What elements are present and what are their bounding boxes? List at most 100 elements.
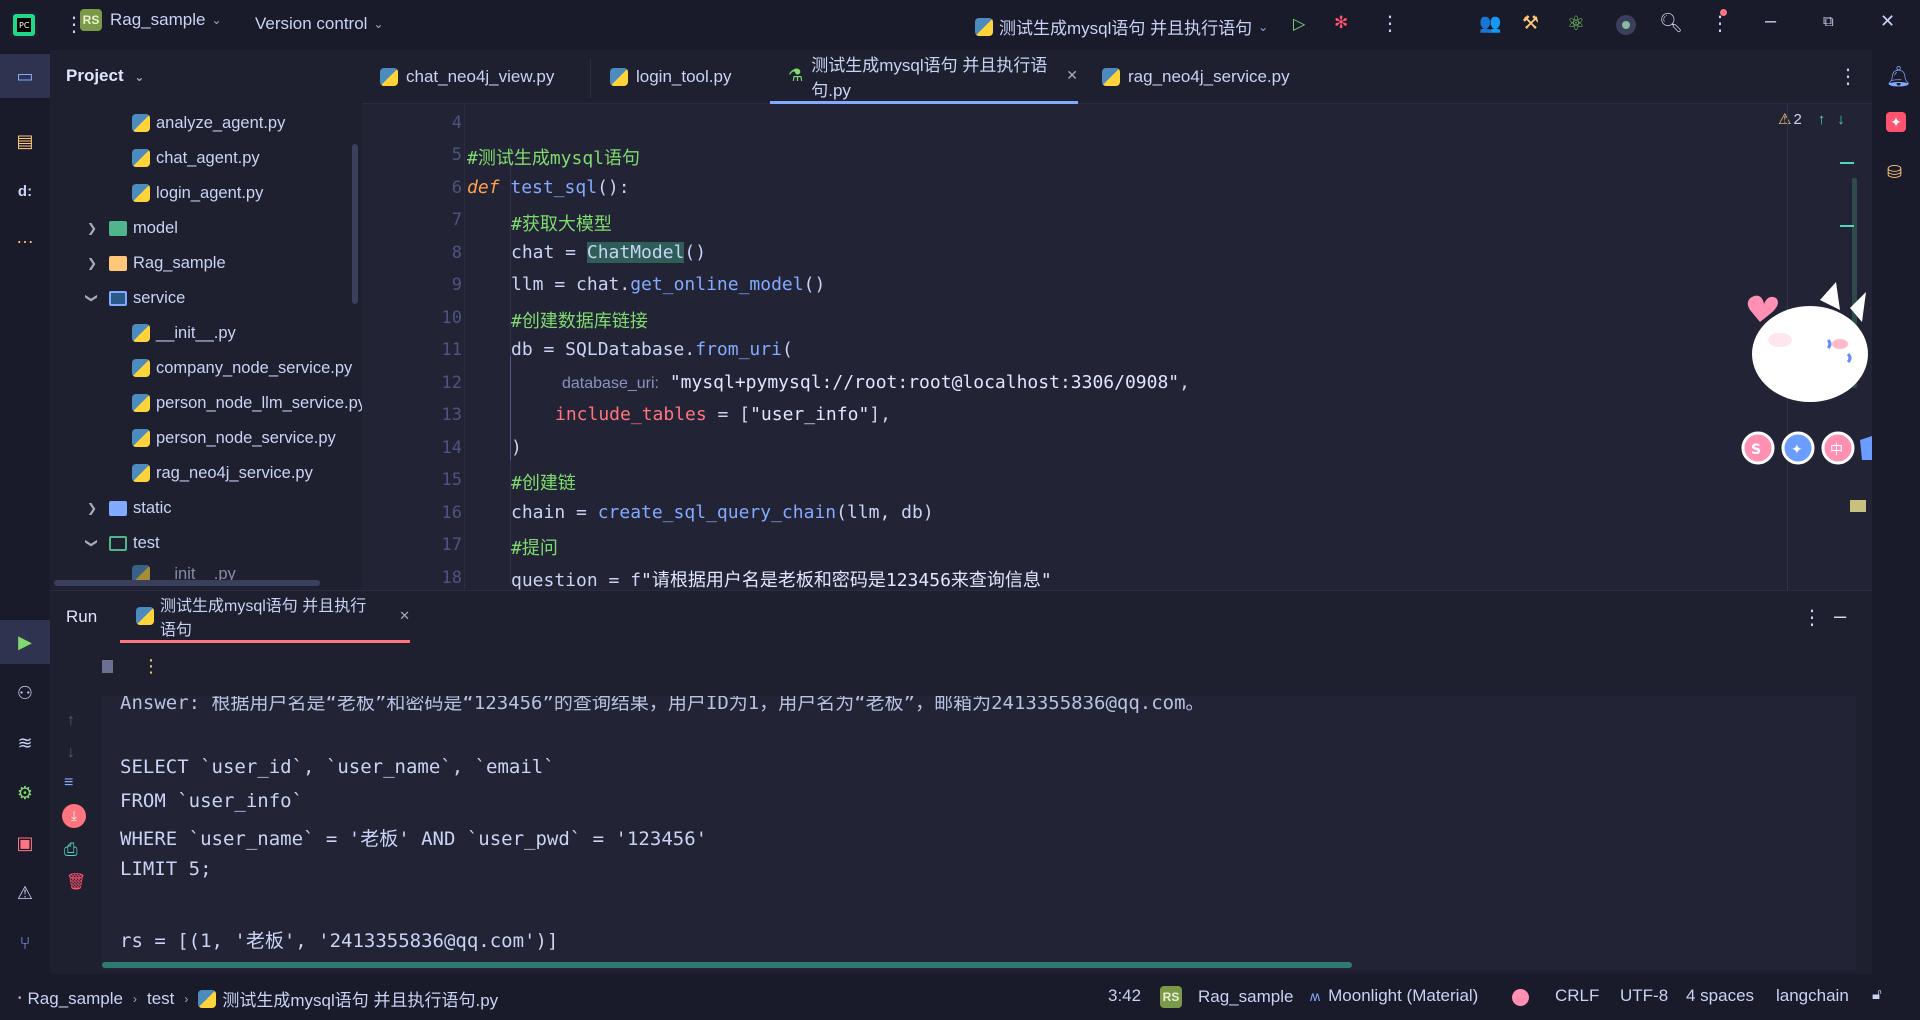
python-console-icon[interactable]: ⚇ [12, 680, 38, 706]
ai-assistant-icon[interactable]: ⚛ [1567, 11, 1585, 36]
services-gear-icon[interactable]: ⚙ [12, 780, 38, 806]
clear-console-icon[interactable]: 🗑︎ [66, 872, 86, 892]
problems-icon[interactable]: ⚠ [12, 880, 38, 906]
hide-panel-icon[interactable]: – [1834, 603, 1846, 629]
chevron-right-icon: ❯ [86, 221, 98, 235]
breadcrumb-item[interactable]: 测试生成mysql语句 并且执行语句.py [222, 986, 498, 1011]
chevron-right-icon: ❯ [86, 256, 98, 270]
project-badge: RS [1160, 986, 1182, 1008]
string-literal: "请根据用户名是老板和密码是123456来查询信息" [641, 570, 1052, 590]
indent-setting[interactable]: 4 spaces [1686, 986, 1754, 1006]
arrow-up-icon[interactable]: ↑ [1818, 111, 1826, 128]
code-with-me-icon[interactable]: 👥 [1479, 13, 1501, 34]
vcs-menu[interactable]: Version control ⌄ [255, 14, 384, 34]
tree-item-model[interactable]: ❯ model [85, 211, 178, 245]
console-horizontal-scrollbar[interactable] [102, 962, 1352, 968]
project-panel-title[interactable]: Project ⌄ [66, 66, 144, 86]
minimize-icon[interactable]: – [1765, 10, 1776, 33]
code-line-15: #创建链 [511, 469, 576, 495]
tree-item-test[interactable]: ❯ test [85, 526, 160, 560]
inspection-widget[interactable]: ⚠ 2 ↑ ↓ [1778, 110, 1845, 129]
code-editor[interactable]: 4 5 6 7 8 9 10 11 12 13 14 15 16 17 18 #… [362, 104, 1872, 590]
dataspell-icon[interactable]: d: [12, 178, 38, 204]
run-button[interactable]: ▷ [1293, 14, 1305, 34]
python-file-icon [132, 429, 150, 447]
tree-item-company-node-service[interactable]: company_node_service.py [132, 351, 352, 385]
breadcrumb-item[interactable]: Rag_sample [28, 989, 123, 1009]
tab-chat-neo4j-view[interactable]: chat_neo4j_view.py [362, 50, 554, 104]
arrow-down-icon[interactable]: ↓ [1837, 111, 1845, 128]
breadcrumb-dot: • [18, 993, 22, 1004]
structure-tool-icon[interactable]: ▤ [12, 128, 38, 154]
tab-more-icon[interactable]: ⋮ [1838, 64, 1858, 89]
notifications-bell-icon[interactable]: 🔔︎ [1886, 64, 1911, 89]
run-more-icon[interactable]: ⋮ [1802, 605, 1822, 630]
project-status[interactable]: RS Rag_sample [1160, 986, 1293, 1008]
scroll-down-icon[interactable]: ↓ [67, 744, 75, 762]
tree-item-person-node-service[interactable]: person_node_service.py [132, 421, 336, 455]
tree-item-rag-neo4j-service[interactable]: rag_neo4j_service.py [132, 456, 313, 490]
tab-login-tool[interactable]: login_tool.py [592, 50, 731, 104]
tree-item-chat-agent[interactable]: chat_agent.py [132, 141, 260, 175]
ai-plugin-icon[interactable]: ✦ [1886, 112, 1906, 132]
tree-item-rag-sample[interactable]: ❯ Rag_sample [85, 246, 226, 280]
project-switcher[interactable]: RS Rag_sample ⌄ [80, 9, 222, 31]
warning-count: 2 [1793, 110, 1802, 128]
scroll-to-end-icon[interactable]: ⤓ [62, 804, 86, 828]
git-icon[interactable]: ⑂ [12, 930, 38, 956]
build-tools-icon[interactable]: ⚒ [1522, 12, 1539, 35]
tree-item-login-agent[interactable]: login_agent.py [132, 176, 263, 210]
project-tool-icon[interactable]: ▭ [12, 63, 38, 89]
tree-item-analyze-agent[interactable]: analyze_agent.py [132, 106, 285, 140]
lock-icon[interactable]: 🔓︎ [1872, 986, 1882, 1003]
console-line: FROM `user_info` [120, 790, 304, 812]
caret-position[interactable]: 3:42 [1108, 986, 1141, 1006]
restore-icon[interactable]: ⧉ [1823, 13, 1834, 30]
parameter-hint: database_uri: [562, 375, 659, 392]
line-number: 18 [441, 568, 462, 588]
file-encoding[interactable]: UTF-8 [1620, 986, 1668, 1006]
run-tool-icon[interactable]: ▶ [12, 629, 38, 655]
close-icon[interactable]: ✕ [1880, 11, 1895, 32]
settings-menu-icon[interactable]: ⋮ [1710, 9, 1730, 36]
project-badge: RS [80, 9, 102, 31]
run-config-selector[interactable]: 测试生成mysql语句 并且执行语句 ⌄ [975, 14, 1268, 39]
run-tab-active[interactable]: 测试生成mysql语句 并且执行语句 ✕ [120, 591, 410, 643]
tab-close-icon[interactable]: ✕ [1066, 67, 1078, 84]
line-separator[interactable]: CRLF [1555, 986, 1599, 1006]
tree-item-person-node-llm-service[interactable]: person_node_llm_service.py [132, 386, 362, 420]
debug-bug-icon[interactable]: ✻ [1334, 13, 1348, 33]
tree-vertical-scrollbar[interactable] [352, 144, 358, 304]
tree-item-service[interactable]: ❯ service [85, 281, 185, 315]
toolbar-more-icon[interactable]: ⋮ [142, 656, 160, 677]
run-panel-title[interactable]: Run [66, 607, 97, 627]
folder-icon [109, 500, 127, 516]
code-line-10: #创建数据库链接 [511, 307, 648, 333]
change-marker [1840, 225, 1854, 227]
theme-color-dot[interactable] [1512, 989, 1529, 1006]
scroll-up-icon[interactable]: ↑ [67, 712, 75, 730]
tab-rag-neo4j-service[interactable]: rag_neo4j_service.py [1084, 50, 1290, 104]
more-actions-icon[interactable]: ⋮ [1380, 11, 1400, 36]
pycharm-logo-icon[interactable]: PC [10, 11, 38, 39]
run-tab-close-icon[interactable]: ✕ [399, 608, 410, 624]
status-indicator-icon[interactable] [1616, 15, 1636, 35]
tree-item-label: static [133, 498, 172, 517]
run-console-output[interactable]: Answer: 根据用户名是“老板”和密码是“123456”的查询结果，用户ID… [102, 696, 1856, 970]
theme-selector[interactable]: ʍ Moonlight (Material) [1310, 986, 1478, 1006]
print-icon[interactable]: ⎙ [64, 840, 78, 860]
line-number: 13 [441, 405, 462, 425]
breadcrumb-item[interactable]: test [147, 989, 174, 1009]
database-icon[interactable]: ⛁ [1887, 162, 1902, 183]
more-tools-icon[interactable]: … [12, 224, 38, 250]
tree-horizontal-scrollbar[interactable] [54, 580, 320, 586]
terminal-icon[interactable]: ▣ [12, 830, 38, 856]
tree-item-init[interactable]: __init__.py [132, 316, 236, 350]
code-text: ], [869, 404, 891, 425]
layers-icon[interactable]: ≋ [12, 730, 38, 756]
search-icon[interactable]: 🔍︎ [1659, 11, 1683, 35]
tree-item-static[interactable]: ❯ static [85, 491, 172, 525]
soft-wrap-icon[interactable]: ≡ [64, 774, 73, 792]
python-interpreter[interactable]: langchain [1776, 986, 1849, 1006]
tab-active-sql-test[interactable]: ⚗ 测试生成mysql语句 并且执行语句.py ✕ [770, 50, 1078, 104]
